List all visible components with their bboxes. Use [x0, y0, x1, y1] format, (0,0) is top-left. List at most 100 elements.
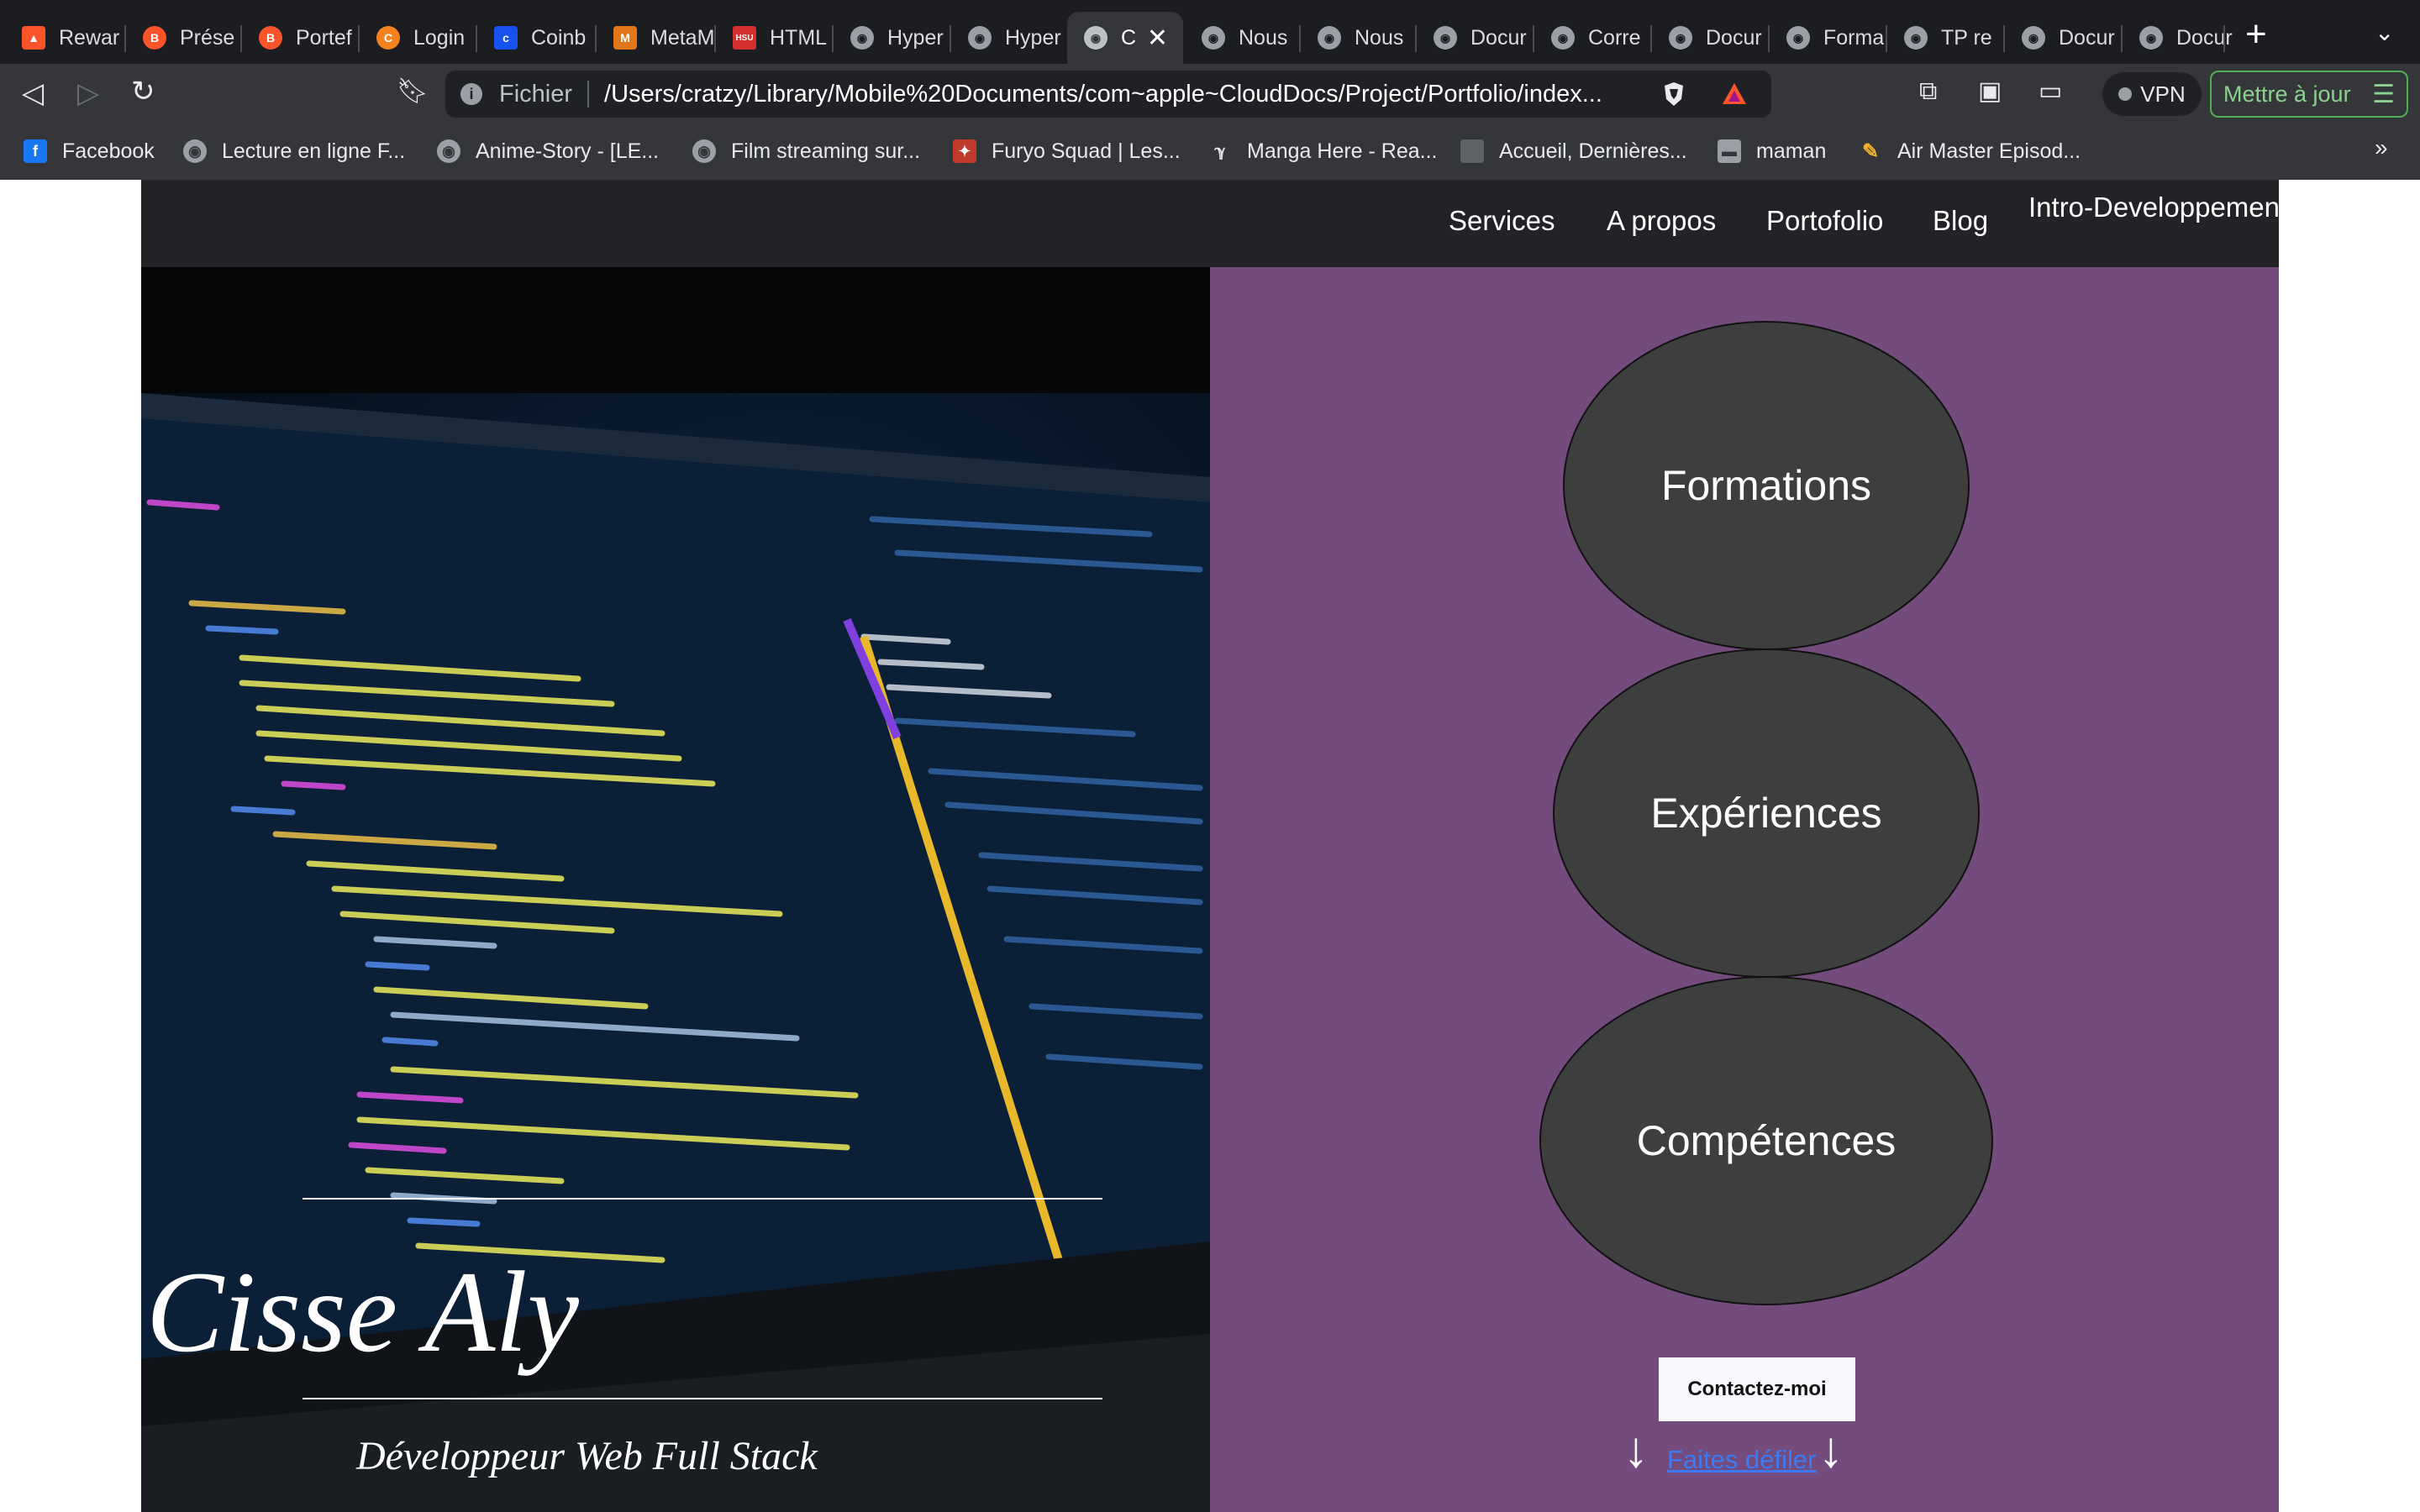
address-bar[interactable]: i Fichier /Users/cratzy/Library/Mobile%2… — [445, 71, 1771, 118]
metamask-icon: M — [613, 26, 637, 50]
furyo-icon: ✦ — [953, 139, 976, 163]
folder-icon: ▬ — [1718, 139, 1741, 163]
tab-nous-1[interactable]: ◉ Nous — [1185, 12, 1299, 64]
url-text[interactable]: /Users/cratzy/Library/Mobile%20Documents… — [604, 81, 1638, 108]
bookmark-air-master[interactable]: ✎ Air Master Episod... — [1859, 136, 2081, 166]
globe-icon: ◉ — [2022, 26, 2045, 50]
globe-icon: ◉ — [968, 26, 992, 50]
url-divider — [587, 81, 590, 108]
contact-button[interactable]: Contactez-moi — [1659, 1357, 1855, 1421]
hamburger-menu-icon[interactable]: ☰ — [2372, 80, 2395, 109]
formations-bubble[interactable]: Formations — [1563, 321, 1970, 650]
pencil-icon: ✎ — [1861, 139, 1880, 163]
coinbase-icon: c — [494, 26, 518, 50]
hsu-icon: HSU — [733, 26, 756, 50]
nav-portofolio[interactable]: Portofolio — [1766, 205, 1883, 237]
brave-icon: B — [259, 26, 282, 50]
tab-portefeuille[interactable]: B Portef — [242, 12, 358, 64]
bookmark-facebook[interactable]: f Facebook — [24, 136, 155, 166]
tab-active[interactable]: ◉ C ✕ — [1067, 12, 1183, 64]
bookmark-anime-story[interactable]: ◉ Anime-Story - [LE... — [437, 136, 659, 166]
divider-line — [302, 1198, 1102, 1200]
update-button[interactable]: Mettre à jour ☰ — [2210, 71, 2408, 118]
bookmark-maman[interactable]: ▬ maman — [1718, 136, 1826, 166]
tab-html[interactable]: HSU HTML — [716, 12, 832, 64]
brave-icon: B — [143, 26, 166, 50]
tab-document-3[interactable]: ◉ Docur — [2005, 12, 2121, 64]
globe-icon: ◉ — [2139, 26, 2163, 50]
new-tab-icon[interactable]: + — [2245, 13, 2267, 55]
down-arrow-icon: ↓ — [1623, 1421, 1649, 1478]
tab-rewards[interactable]: ▲ Rewar — [5, 12, 119, 64]
coinbase-login-icon: C — [376, 26, 400, 50]
tab-hyper-2[interactable]: ◉ Hyper — [951, 12, 1065, 64]
browser-tab-strip: ▲ Rewar B Prése B Portef C Login c Coinb… — [0, 0, 2420, 64]
brave-rewards-icon[interactable] — [1721, 81, 1748, 108]
bookmark-lecture[interactable]: ◉ Lecture en ligne F... — [183, 136, 405, 166]
tab-document-2[interactable]: ◉ Docur — [1652, 12, 1768, 64]
divider-line — [302, 1398, 1102, 1399]
competences-bubble[interactable]: Compétences — [1539, 976, 1993, 1305]
url-scheme-label: Fichier — [499, 80, 573, 108]
reload-icon[interactable]: ↻ — [131, 77, 155, 106]
scroll-link[interactable]: Faites défiler — [1667, 1445, 1816, 1475]
bookmark-manga-here[interactable]: ℽ Manga Here - Rea... — [1208, 136, 1437, 166]
tab-formation[interactable]: ◉ Forma — [1770, 12, 1886, 64]
wallet-icon[interactable]: ▭ — [2039, 79, 2062, 104]
info-icon[interactable]: i — [460, 83, 482, 105]
globe-icon: ◉ — [183, 139, 207, 163]
tab-document-4[interactable]: ◉ Docur — [2123, 12, 2237, 64]
tab-nous-2[interactable]: ◉ Nous — [1301, 12, 1415, 64]
globe-icon: ◉ — [850, 26, 874, 50]
tab-list-chevron-icon[interactable]: ⌄ — [2375, 18, 2394, 46]
globe-icon: ◉ — [1318, 26, 1341, 50]
brave-rewards-icon: ▲ — [22, 26, 45, 50]
globe-icon: ◉ — [437, 139, 460, 163]
nav-services[interactable]: Services — [1449, 205, 1555, 237]
bookmark-furyo-squad[interactable]: ✦ Furyo Squad | Les... — [953, 136, 1181, 166]
vpn-button[interactable]: VPN — [2102, 72, 2202, 116]
update-label: Mettre à jour — [2223, 81, 2351, 107]
close-tab-icon[interactable]: ✕ — [1147, 24, 1168, 53]
extensions-icon[interactable]: ⧉ — [1919, 79, 1937, 104]
globe-icon: ◉ — [1669, 26, 1692, 50]
globe-icon: ◉ — [1084, 26, 1107, 50]
tab-metamask[interactable]: M MetaM — [597, 12, 714, 64]
bookmarks-bar: f Facebook ◉ Lecture en ligne F... ◉ Ani… — [0, 124, 2420, 180]
sidebar-icon[interactable]: ▣ — [1978, 79, 2002, 104]
tab-separator — [2223, 25, 2225, 52]
bookmark-icon[interactable]: 🔖︎ — [397, 79, 429, 104]
page-icon — [1460, 139, 1484, 163]
hero-role: Développeur Web Full Stack — [356, 1434, 818, 1478]
brave-shields-icon[interactable] — [1660, 81, 1687, 108]
more-bookmarks-icon[interactable]: » — [2375, 134, 2388, 161]
tab-correction[interactable]: ◉ Corre — [1534, 12, 1650, 64]
globe-icon: ◉ — [1202, 26, 1225, 50]
nav-a-propos[interactable]: A propos — [1607, 205, 1716, 237]
tab-tp[interactable]: ◉ TP re — [1887, 12, 2003, 64]
tab-coinbase[interactable]: c Coinb — [477, 12, 595, 64]
globe-icon: ◉ — [1904, 26, 1928, 50]
tab-presentation[interactable]: B Prése — [126, 12, 240, 64]
globe-icon: ◉ — [692, 139, 716, 163]
forward-icon[interactable]: ▷ — [77, 79, 99, 108]
site-navbar: Services A propos Portofolio Blog Intro-… — [141, 180, 2287, 267]
tab-document-1[interactable]: ◉ Docur — [1417, 12, 1533, 64]
globe-icon: ◉ — [1434, 26, 1457, 50]
manga-icon: ℽ — [1214, 142, 1226, 160]
nav-blog[interactable]: Blog — [1933, 205, 1988, 237]
globe-icon: ◉ — [1786, 26, 1810, 50]
vpn-label: VPN — [2140, 81, 2186, 107]
facebook-icon: f — [24, 139, 47, 163]
nav-intro-developpement[interactable]: Intro-Developpement — [2028, 192, 2287, 223]
hero-name: Cisse Aly — [146, 1247, 579, 1376]
experiences-bubble[interactable]: Expériences — [1553, 648, 1980, 978]
globe-icon: ◉ — [1551, 26, 1575, 50]
bookmark-film-streaming[interactable]: ◉ Film streaming sur... — [692, 136, 920, 166]
tab-login[interactable]: C Login — [360, 12, 476, 64]
back-icon[interactable]: ◁ — [22, 79, 44, 108]
down-arrow-icon: ↓ — [1818, 1421, 1844, 1478]
bookmark-accueil[interactable]: Accueil, Dernières... — [1460, 136, 1687, 166]
vpn-status-icon — [2118, 87, 2133, 101]
tab-hyper-1[interactable]: ◉ Hyper — [834, 12, 950, 64]
